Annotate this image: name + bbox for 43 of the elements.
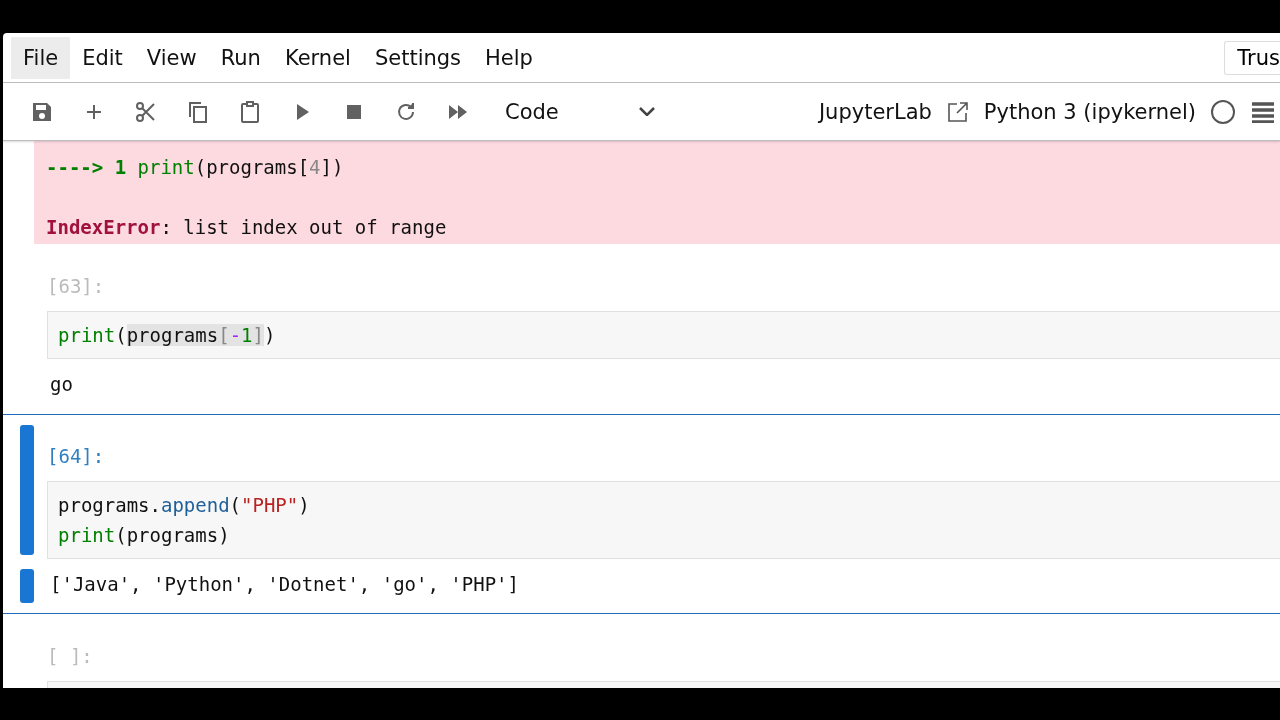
cell-prompt: [63]: [47,275,106,297]
code-token: programs. [58,494,161,516]
menu-item[interactable]: Settings [362,36,474,79]
kernel-name[interactable]: Python 3 (ipykernel) [983,99,1196,124]
code-token: print [58,324,116,346]
cell-output: ['Java', 'Python', 'Dotnet', 'go', 'PHP'] [49,572,520,597]
cell-prompt: [ ]: [47,645,94,667]
code-input[interactable]: print(programs[-1]) [47,311,1280,359]
code-input[interactable]: programs.append("PHP") print(programs) [47,481,1280,559]
collapser-bar [20,569,34,603]
code-token: ) [298,494,310,516]
code-token: print [58,524,116,546]
code-token: 4 [309,156,321,178]
menu-item[interactable]: Run [208,36,273,79]
menu-icon [1250,100,1276,123]
code-token: ( [115,324,127,346]
code-token: (programs) [115,524,230,546]
menu-item[interactable]: Kernel [272,36,363,79]
code-token: "PHP" [241,494,299,516]
menu-item[interactable]: File [11,36,71,79]
code-token: ) [264,324,276,346]
selected-code-text: [ [218,324,230,346]
selected-code-text: ] [252,324,264,346]
selected-code-text: 1 [241,324,253,346]
code-token: : list index out of range [160,216,447,238]
chevron-icon [639,107,655,116]
code-token: ----> 1 [46,156,128,178]
cell-output: go [49,372,74,397]
code-token: (programs[ [194,156,310,178]
trusted-button[interactable]: Trus [1224,40,1280,75]
menu-item[interactable]: View [134,36,209,79]
code-token: IndexError [46,216,161,238]
external-link-icon [945,99,970,124]
jupyterlab-link[interactable]: JupyterLab [818,99,932,124]
cell-type-dropdown[interactable]: Code [499,95,661,128]
code-token: ]) [320,156,344,178]
menu-item[interactable]: Help [473,36,545,79]
selected-code-text: programs [126,324,219,346]
code-token: ( [229,494,242,516]
cell-prompt: [64]: [47,445,106,467]
menu-item[interactable]: Edit [70,36,135,79]
code-token: print [137,156,195,178]
code-token: append [160,494,230,516]
